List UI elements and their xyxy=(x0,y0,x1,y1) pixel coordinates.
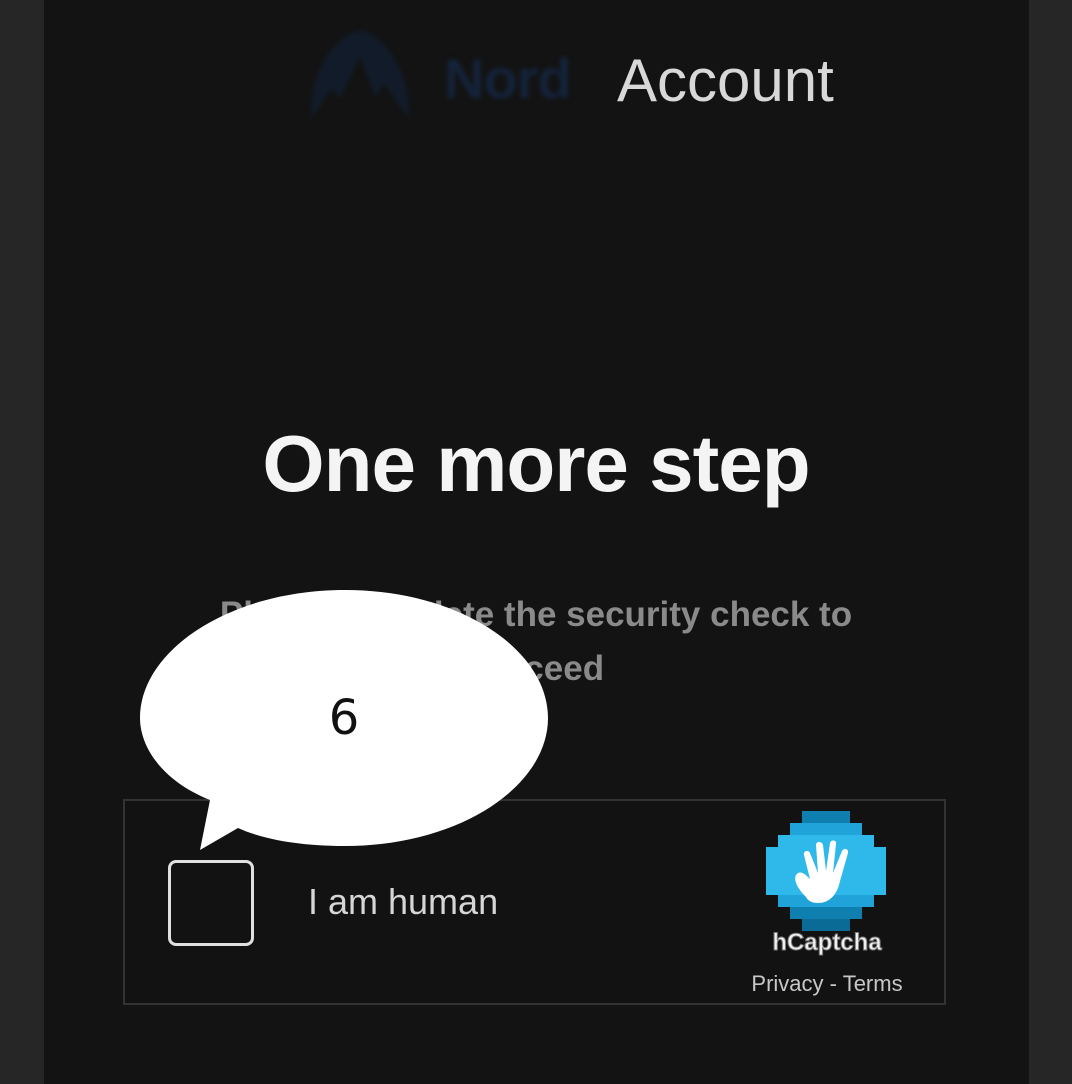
brand-name: Nord xyxy=(444,47,572,110)
page-title: One more step xyxy=(262,419,810,508)
product-name: Account xyxy=(617,47,834,114)
brand-header: Nord Account xyxy=(304,24,904,134)
page-subtitle: Please complete the security check to pr… xyxy=(180,588,892,696)
hcaptcha-widget: I am human hCaptcha Privacy - Terms xyxy=(123,799,946,1005)
subtitle-line-2: proceed xyxy=(467,649,605,688)
hcaptcha-wordmark: hCaptcha xyxy=(772,929,882,957)
nord-mountain-icon xyxy=(311,30,409,118)
right-margin xyxy=(1029,0,1072,1084)
hcaptcha-links: Privacy - Terms xyxy=(725,971,929,997)
terms-link[interactable]: Terms xyxy=(843,971,903,996)
checkbox-label: I am human xyxy=(308,881,499,922)
page-container: Nord Account One more step Please comple… xyxy=(44,0,1029,1084)
links-separator: - xyxy=(823,971,843,996)
left-margin xyxy=(0,0,44,1084)
annotation-label: 6 xyxy=(328,690,360,746)
human-checkbox[interactable] xyxy=(168,860,254,946)
privacy-link[interactable]: Privacy xyxy=(751,971,823,996)
subtitle-line-1: Please complete the security check to xyxy=(219,595,853,634)
hcaptcha-hand-icon xyxy=(766,811,886,931)
